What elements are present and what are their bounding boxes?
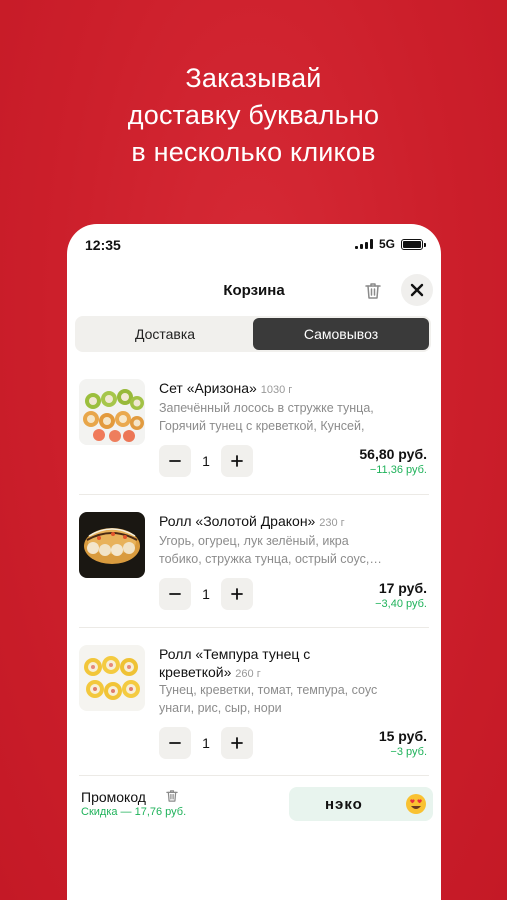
headline-line-1: Заказывай [185,63,322,93]
status-bar: 12:35 5G [67,224,441,264]
item-image-arizona [79,379,145,445]
increase-button[interactable] [221,445,253,477]
decrease-button[interactable] [159,445,191,477]
quantity-value: 1 [202,586,210,602]
network-type: 5G [378,237,395,251]
tab-pickup[interactable]: Самовывоз [253,318,429,350]
item-desc-line: Запечённый лосось в стружке тунца, [159,401,374,415]
item-image-tempura-tuna [79,645,145,711]
clear-cart-trash-icon[interactable] [362,280,384,302]
increase-button[interactable] [221,578,253,610]
item-name: Сет «Аризона» [159,380,257,396]
item-title: Ролл «Золотой Дракон» 230 г [159,512,421,532]
item-name-line: Ролл «Темпура тунец с [159,646,311,662]
remove-promo-trash-icon[interactable] [164,788,180,804]
minus-icon [169,593,181,595]
plus-icon [231,588,243,600]
promo-code-value: нэко [325,796,363,813]
item-discount: −3,40 руб. [375,598,427,610]
phone-screen: 12:35 5G Корзина Доставка Самовывоз Сет … [67,224,441,900]
tab-delivery[interactable]: Доставка [77,318,253,350]
item-title: Сет «Аризона» 1030 г [159,379,421,399]
item-description: Тунец, креветки, томат, темпура, соус ун… [159,681,421,717]
item-weight: 260 г [235,668,261,680]
quantity-stepper: 1 [159,445,253,477]
item-weight: 1030 г [260,384,293,396]
headline-line-2: доставку буквально [127,100,380,130]
battery-icon [401,238,426,250]
status-time: 12:35 [85,237,121,253]
plus-icon [231,737,243,749]
status-indicators: 5G [354,237,426,251]
item-price: 56,80 руб. [359,446,427,462]
item-desc-line: Угорь, огурец, лук зелёный, икра [159,534,349,548]
item-weight: 230 г [319,517,345,529]
decrease-button[interactable] [159,727,191,759]
item-discount: −3 руб. [390,746,427,758]
signal-icon [354,239,373,249]
delivery-mode-switch: Доставка Самовывоз [75,316,431,352]
item-image-golden-dragon [79,512,145,578]
item-desc-line: унаги, рис, сыр, нори [159,701,282,715]
decrease-button[interactable] [159,578,191,610]
item-price: 17 руб. [378,580,427,596]
item-description: Запечённый лосось в стружке тунца, Горяч… [159,399,421,435]
item-desc-line: Тунец, креветки, томат, темпура, соус [159,683,378,697]
quantity-value: 1 [202,735,210,751]
item-description: Угорь, огурец, лук зелёный, икра тобико,… [159,532,421,568]
headline-line-3: в несколько кликов [131,137,376,167]
page-title: Корзина [223,282,285,299]
promo-label: Промокод [81,789,146,805]
minus-icon [169,460,181,462]
item-name-line: креветкой» [159,664,232,680]
quantity-stepper: 1 [159,578,253,610]
promo-discount: Скидка — 17,76 руб. [81,806,187,818]
item-desc-line: Горячий тунец с креветкой, Кунсей, [159,419,365,433]
minus-icon [169,742,181,744]
heart-eyes-emoji-icon [405,793,427,815]
item-discount: −11,36 руб. [369,464,427,476]
divider [79,775,429,776]
close-icon [410,283,424,297]
promo-headline: Заказывай доставку буквально в несколько… [0,60,507,171]
promo-code-field[interactable]: нэко [289,787,433,821]
item-name: Ролл «Золотой Дракон» [159,513,316,529]
increase-button[interactable] [221,727,253,759]
close-button[interactable] [401,274,433,306]
divider [79,494,429,495]
item-price: 15 руб. [378,728,427,744]
item-title: Ролл «Темпура тунец с креветкой» 260 г [159,645,421,683]
item-desc-line: тобико, стружка тунца, острый соус,… [159,552,382,566]
plus-icon [231,455,243,467]
quantity-stepper: 1 [159,727,253,759]
divider [79,627,429,628]
quantity-value: 1 [202,453,210,469]
